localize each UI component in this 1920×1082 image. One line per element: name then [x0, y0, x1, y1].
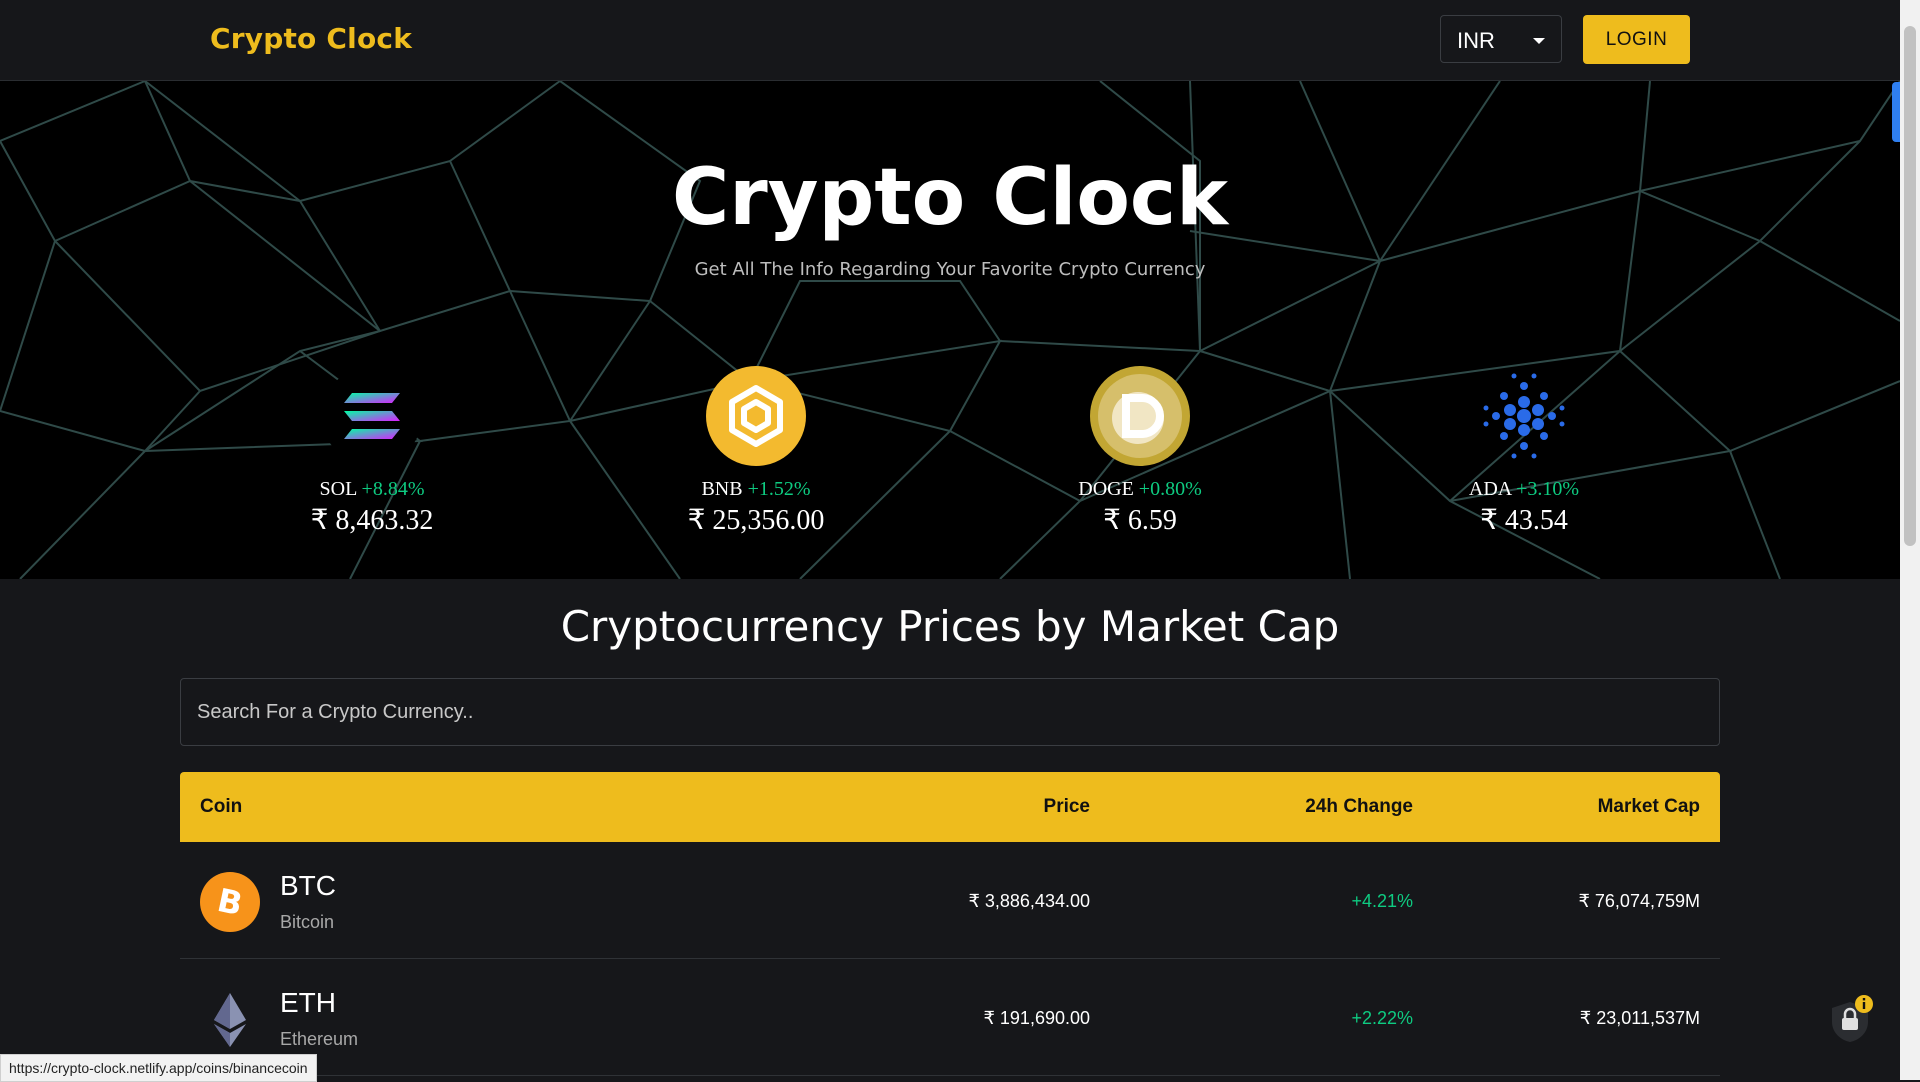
hero-banner: Crypto Clock Get All The Info Regarding …	[0, 81, 1900, 579]
search-input[interactable]	[180, 678, 1720, 746]
currency-select[interactable]: INR	[1440, 15, 1562, 63]
carousel-item-bnb[interactable]: BNB +1.52% ₹ 25,356.00	[646, 366, 866, 537]
brand-title[interactable]: Crypto Clock	[210, 22, 412, 55]
column-header-price[interactable]: Price	[1044, 796, 1090, 818]
lock-icon[interactable]	[1824, 994, 1874, 1044]
coin-price: ₹ 3,886,434.00	[968, 891, 1090, 911]
coin-change: +4.21%	[1351, 891, 1413, 911]
carousel-price: ₹ 43.54	[1480, 505, 1568, 536]
chevron-down-icon	[1533, 38, 1545, 44]
coin-price: ₹ 191,690.00	[983, 1008, 1090, 1028]
side-accent-tab	[1892, 82, 1900, 142]
carousel-price: ₹ 8,463.32	[310, 505, 434, 536]
hero-title: Crypto Clock	[671, 153, 1229, 243]
coin-market-cap: ₹ 76,074,759M	[1578, 891, 1700, 911]
bitcoin-logo-icon: B	[200, 872, 260, 932]
coin-symbol: BTC	[280, 870, 336, 901]
carousel-item-ada[interactable]: ADA +3.10% ₹ 43.54	[1414, 366, 1634, 537]
carousel-change: +3.10%	[1516, 478, 1580, 500]
column-header-change[interactable]: 24h Change	[1305, 796, 1413, 818]
scrollbar-thumb[interactable]	[1904, 26, 1916, 546]
column-header-market-cap[interactable]: Market Cap	[1598, 796, 1700, 818]
carousel-change: +8.84%	[361, 478, 425, 500]
app-header: Crypto Clock INR LOGIN	[0, 0, 1900, 81]
carousel-change: +0.80%	[1138, 478, 1202, 500]
coin-name: Bitcoin	[280, 912, 335, 932]
coin-symbol: ETH	[280, 987, 336, 1018]
column-header-coin[interactable]: Coin	[200, 796, 242, 818]
cardano-logo-icon	[1483, 373, 1565, 459]
carousel-price: ₹ 25,356.00	[687, 505, 825, 536]
ethereum-logo-icon	[214, 993, 246, 1047]
dogecoin-logo-icon	[1090, 366, 1190, 466]
carousel-symbol: BNB	[701, 478, 743, 500]
carousel-symbol: SOL	[319, 478, 357, 500]
hero-subtitle: Get All The Info Regarding Your Favorite…	[694, 259, 1206, 280]
carousel-change: +1.52%	[747, 478, 811, 500]
carousel-item-doge[interactable]: DOGE +0.80% ₹ 6.59	[1030, 366, 1250, 537]
carousel-item-sol[interactable]: SOL +8.84% ₹ 8,463.32	[262, 366, 482, 537]
table-header: Coin Price 24h Change Market Cap	[180, 772, 1720, 842]
status-bar-url: https://crypto-clock.netlify.app/coins/b…	[0, 1054, 317, 1082]
page-scrollbar[interactable]	[1900, 0, 1920, 1080]
currency-value: INR	[1457, 28, 1495, 53]
table-row[interactable]: B BTC Bitcoin ₹ 3,886,434.00 +4.21% ₹ 76…	[180, 842, 1720, 959]
carousel-price: ₹ 6.59	[1103, 505, 1177, 536]
solana-logo-icon	[322, 366, 422, 466]
table-row[interactable]: ETH Ethereum ₹ 191,690.00 +2.22% ₹ 23,01…	[180, 959, 1720, 1076]
login-button[interactable]: LOGIN	[1583, 15, 1690, 64]
coins-table: Coin Price 24h Change Market Cap B BTC B…	[180, 772, 1720, 1076]
carousel-symbol: ADA	[1468, 478, 1512, 500]
coin-change: +2.22%	[1351, 1008, 1413, 1028]
binance-logo-icon	[706, 366, 806, 466]
coin-market-cap: ₹ 23,011,537M	[1579, 1008, 1700, 1028]
coin-name: Ethereum	[280, 1029, 359, 1049]
section-title: Cryptocurrency Prices by Market Cap	[560, 602, 1340, 651]
carousel-symbol: DOGE	[1078, 478, 1134, 500]
